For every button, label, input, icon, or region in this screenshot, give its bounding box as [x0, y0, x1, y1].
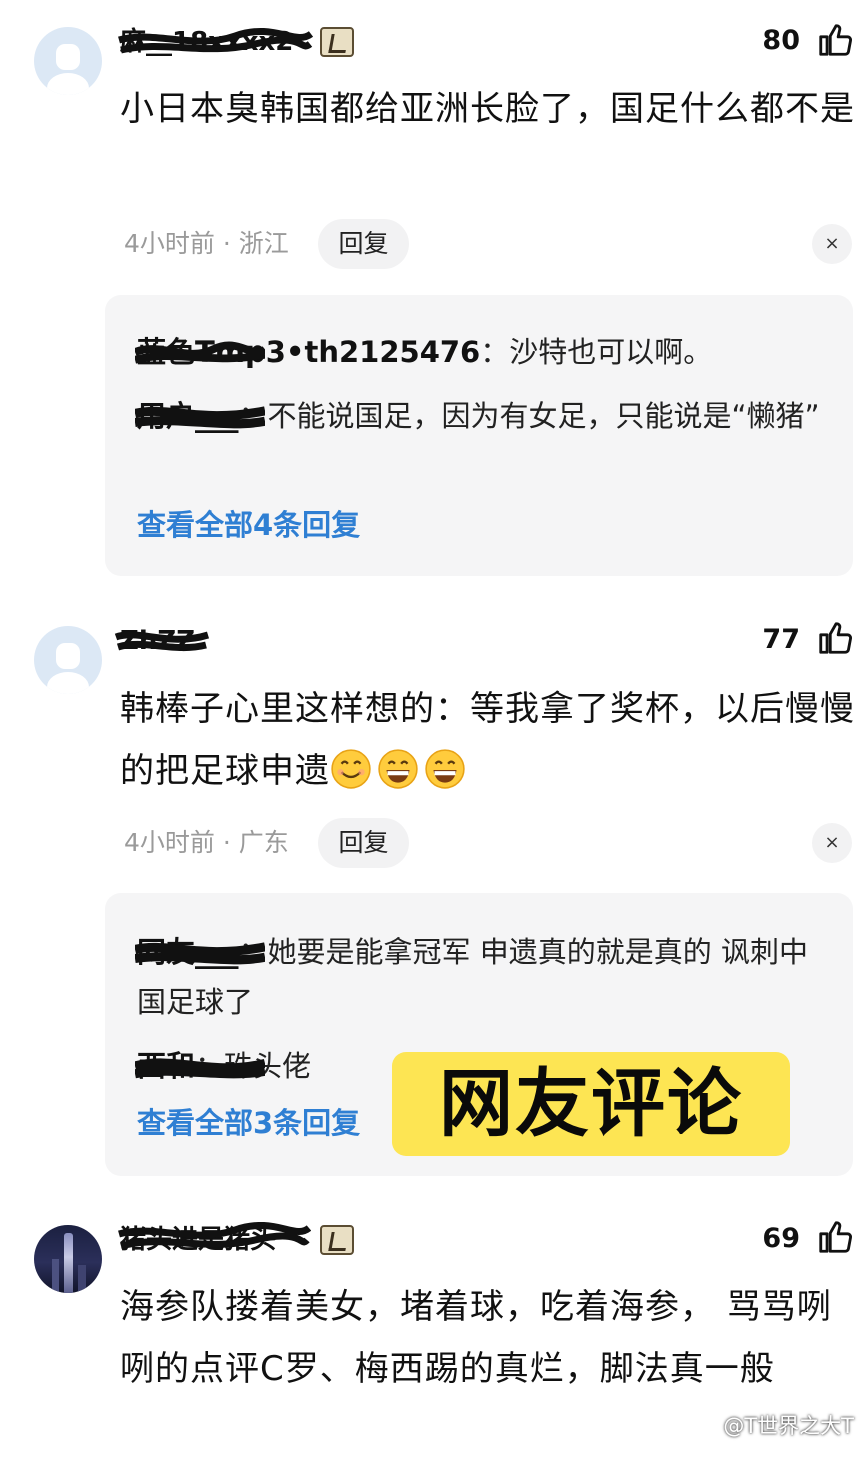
avatar[interactable] [34, 1225, 102, 1293]
level-badge-icon [320, 1225, 354, 1255]
comment-3: 猪头进是猪头 69 海参队搂着美女，堵着球，吃着海参， 骂骂咧咧的点评C罗、梅西… [0, 0, 868, 1457]
thumbs-up-icon[interactable] [816, 1218, 854, 1256]
watermark: @T世界之大T [723, 1414, 854, 1438]
redaction-scribble [118, 1222, 311, 1250]
like-count: 69 [762, 1223, 800, 1254]
